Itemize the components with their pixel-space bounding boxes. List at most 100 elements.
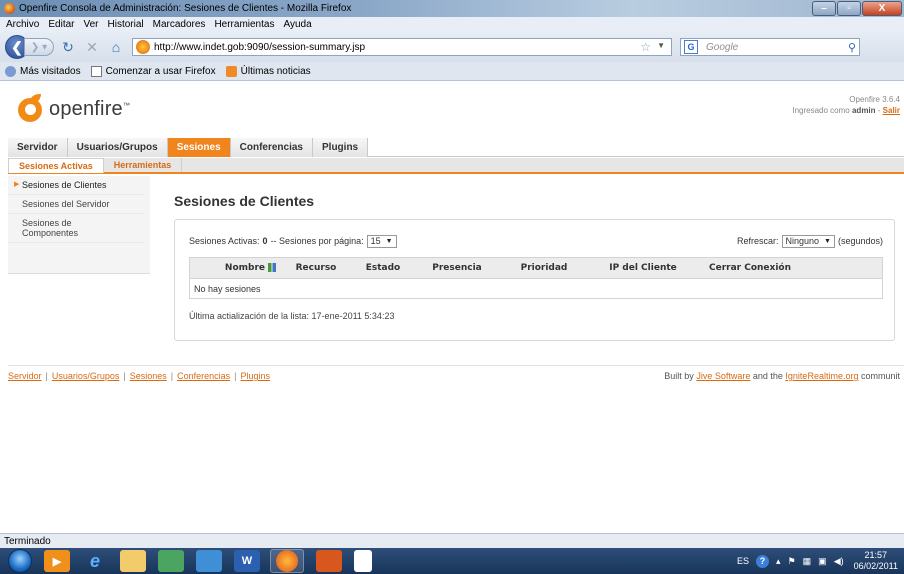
bookmark-label: Últimas noticias xyxy=(240,65,311,77)
column-recurso: Recurso xyxy=(295,263,337,273)
bookmark-ultimas-noticias[interactable]: Últimas noticias xyxy=(225,65,311,77)
column-estado: Estado xyxy=(365,263,401,273)
refresh-value: Ninguno xyxy=(785,236,820,246)
bookmark-comenzar-firefox[interactable]: Comenzar a usar Firefox xyxy=(90,65,216,77)
word-icon[interactable]: W xyxy=(234,550,260,572)
subtab-herramientas[interactable]: Herramientas xyxy=(104,158,183,172)
folder-icon[interactable] xyxy=(120,550,146,572)
media-player-icon[interactable]: ▶ xyxy=(44,550,70,572)
tab-usuarios-grupos[interactable]: Usuarios/Grupos xyxy=(67,138,168,157)
firefox-task-button[interactable] xyxy=(270,549,304,573)
home-icon[interactable]: ⌂ xyxy=(106,37,126,57)
logout-link[interactable]: Salir xyxy=(883,106,900,115)
menu-ver[interactable]: Ver xyxy=(83,19,98,30)
presentation-icon[interactable] xyxy=(316,550,342,572)
version-text: Openfire 3.6.4 xyxy=(849,95,900,104)
tab-plugins[interactable]: Plugins xyxy=(313,138,369,157)
active-sessions-count: 0 xyxy=(262,236,268,246)
footer-link-sesiones[interactable]: Sesiones xyxy=(130,371,167,381)
page-title: Sesiones de Clientes xyxy=(174,193,315,209)
url-dropdown-icon[interactable]: ▼ xyxy=(657,41,665,50)
tab-conferencias[interactable]: Conferencias xyxy=(230,138,313,157)
bookmark-label: Comenzar a usar Firefox xyxy=(105,65,216,77)
close-button[interactable]: X xyxy=(862,1,902,16)
search-placeholder[interactable]: Google xyxy=(706,42,738,53)
ignite-realtime-link[interactable]: IgniteRealtime.org xyxy=(785,371,858,381)
clock-date: 06/02/2011 xyxy=(853,561,898,571)
web-page: openfire™ Openfire 3.6.4 Ingresado como … xyxy=(0,82,904,531)
menu-archivo[interactable]: Archivo xyxy=(6,19,39,30)
menu-herramientas[interactable]: Herramientas xyxy=(214,19,274,30)
footer-link-servidor[interactable]: Servidor xyxy=(8,371,42,381)
menu-ayuda[interactable]: Ayuda xyxy=(283,19,311,30)
clock-time: 21:57 xyxy=(864,550,888,560)
minimize-button[interactable]: – xyxy=(812,1,836,16)
logo-text: openfire™ xyxy=(49,97,131,120)
column-prioridad: Prioridad xyxy=(520,263,568,273)
tab-servidor[interactable]: Servidor xyxy=(8,138,68,157)
stop-icon[interactable]: ✕ xyxy=(82,37,102,57)
menu-historial[interactable]: Historial xyxy=(108,19,144,30)
search-box[interactable]: G Google ⚲ xyxy=(680,38,860,56)
menu-bar: Archivo Editar Ver Historial Marcadores … xyxy=(0,17,904,32)
footer-links: Servidor | Usuarios/Grupos | Sesiones | Con… xyxy=(8,371,271,381)
login-info: Ingresado como admin - Salir xyxy=(792,106,900,115)
flag-icon[interactable]: ⚑ xyxy=(788,556,796,567)
sidebar-item-sesiones-servidor[interactable]: Sesiones del Servidor xyxy=(8,195,144,214)
bookmark-folder-icon xyxy=(5,65,16,77)
footer-link-conferencias[interactable]: Conferencias xyxy=(177,371,230,381)
sidebar-item-label: Sesiones de Componentes xyxy=(22,218,79,238)
bookmark-mas-visitados[interactable]: Más visitados xyxy=(5,65,81,77)
refresh-select[interactable]: Ninguno ▼ xyxy=(781,234,835,248)
volume-icon[interactable]: ◀) xyxy=(834,556,844,567)
version-info: Openfire 3.6.4 Ingresado como admin - Sa… xyxy=(792,94,900,116)
sidebar-item-label: Sesiones del Servidor xyxy=(22,199,110,209)
system-tray: ES ? ▴ ⚑ ▦ ▣ ◀) 21:57 06/02/2011 xyxy=(730,548,898,574)
built-by: Built by Jive Software and the IgniteRea… xyxy=(664,371,900,381)
url-text[interactable]: http://www.indet.gob:9090/session-summar… xyxy=(154,42,365,53)
language-indicator[interactable]: ES xyxy=(737,556,749,566)
menu-editar[interactable]: Editar xyxy=(48,19,74,30)
menu-marcadores[interactable]: Marcadores xyxy=(153,19,206,30)
bookmark-star-icon[interactable]: ☆ xyxy=(640,40,651,54)
per-page-label: -- Sesiones por página: xyxy=(270,236,364,246)
openfire-logo[interactable]: openfire™ xyxy=(18,94,130,124)
book-icon[interactable] xyxy=(196,550,222,572)
column-nombre[interactable]: Nombre xyxy=(190,263,280,273)
per-page-select[interactable]: 15 ▼ xyxy=(366,234,397,248)
taskbar: ▶ e W ES ? ▴ ⚑ ▦ ▣ ◀) 21:57 06/02/2011 xyxy=(0,548,904,574)
internet-explorer-icon[interactable]: e xyxy=(82,550,108,572)
window-title: Openfire Consola de Administración: Sesi… xyxy=(19,3,352,14)
users-icon[interactable] xyxy=(158,550,184,572)
footer-link-plugins[interactable]: Plugins xyxy=(240,371,270,381)
start-button[interactable] xyxy=(8,549,32,573)
sidebar-item-sesiones-clientes[interactable]: ▶ Sesiones de Clientes xyxy=(8,176,144,195)
footer-link-usuarios-grupos[interactable]: Usuarios/Grupos xyxy=(52,371,120,381)
forward-button[interactable]: ❯ ▾ xyxy=(24,38,54,56)
bookmark-label: Más visitados xyxy=(20,65,81,77)
column-ip-cliente: IP del Cliente xyxy=(609,263,677,273)
google-icon[interactable]: G xyxy=(684,40,698,54)
monitor-icon[interactable]: ▣ xyxy=(818,556,827,567)
url-bar[interactable]: http://www.indet.gob:9090/session-summar… xyxy=(132,38,672,56)
reload-icon[interactable]: ↻ xyxy=(58,37,78,57)
tab-sesiones[interactable]: Sesiones xyxy=(167,138,231,157)
document-icon[interactable] xyxy=(354,550,372,572)
help-icon[interactable]: ? xyxy=(756,554,770,568)
network-icon[interactable]: ▦ xyxy=(803,556,812,567)
sidebar: ▶ Sesiones de Clientes Sesiones del Serv… xyxy=(8,176,150,274)
navigation-toolbar: ❮ ❯ ▾ ↻ ✕ ⌂ http://www.indet.gob:9090/se… xyxy=(0,32,904,62)
jive-software-link[interactable]: Jive Software xyxy=(696,371,750,381)
table-row: No hay sesiones xyxy=(189,279,883,299)
tray-arrow-icon[interactable]: ▴ xyxy=(776,556,781,567)
maximize-button[interactable]: ▫ xyxy=(837,1,861,16)
search-icon[interactable]: ⚲ xyxy=(848,41,856,54)
sort-icon[interactable] xyxy=(268,263,276,272)
page-icon xyxy=(90,65,102,77)
sidebar-item-sesiones-componentes[interactable]: Sesiones de Componentes xyxy=(8,214,144,243)
subtab-sesiones-activas[interactable]: Sesiones Activas xyxy=(8,158,104,173)
sub-tabs: Sesiones Activas Herramientas xyxy=(8,158,904,174)
per-page-value: 15 xyxy=(370,236,381,246)
clock[interactable]: 21:57 06/02/2011 xyxy=(854,550,898,572)
footer-divider xyxy=(8,365,904,366)
